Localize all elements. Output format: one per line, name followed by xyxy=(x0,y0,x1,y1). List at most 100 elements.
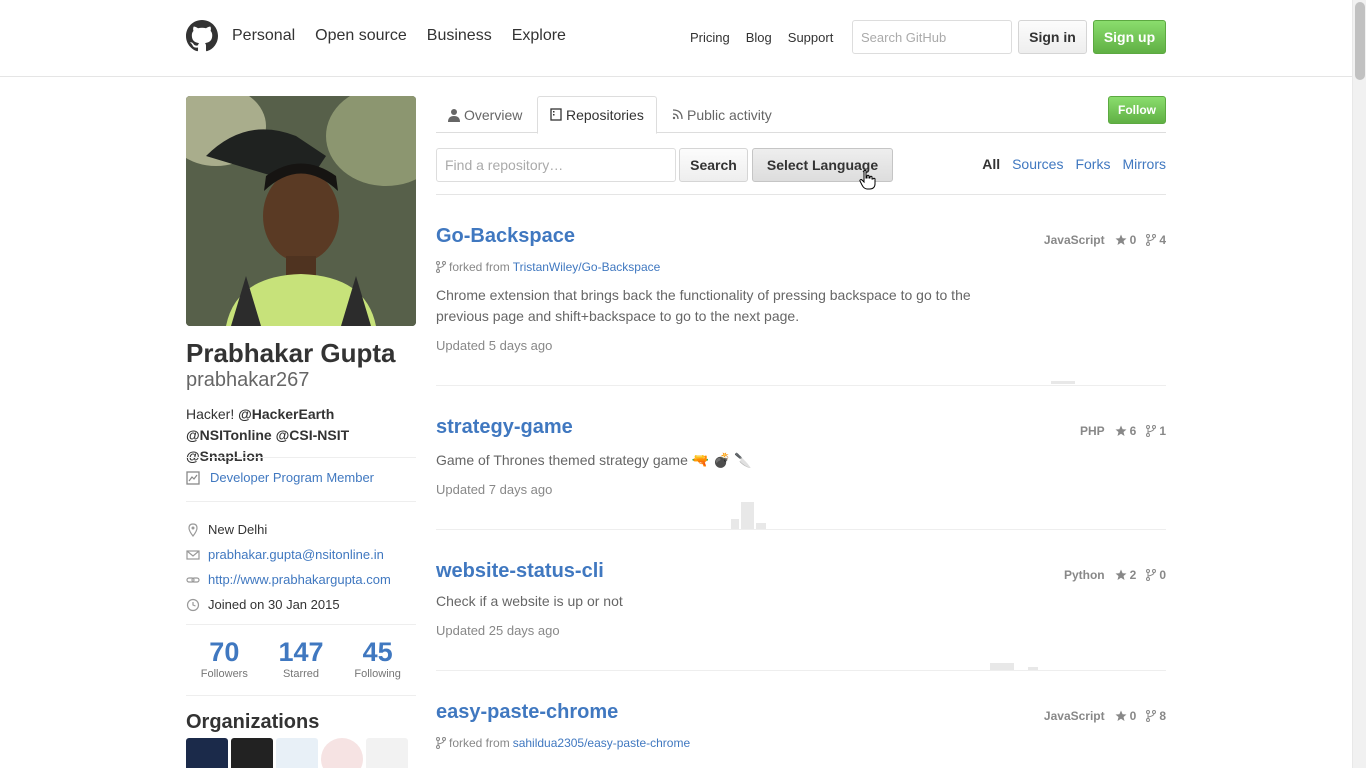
fork-count: 0 xyxy=(1159,568,1166,582)
tab-public-activity[interactable]: Public activity xyxy=(660,96,784,133)
repo-stars[interactable]: 0 xyxy=(1115,709,1137,723)
org-nsitonline-avatar[interactable] xyxy=(231,738,273,768)
fork-count: 1 xyxy=(1159,424,1166,438)
activity-sparkline xyxy=(731,519,739,529)
person-icon xyxy=(448,108,460,122)
nav-open-source[interactable]: Open source xyxy=(315,27,407,45)
repo-name-link[interactable]: website-status-cli xyxy=(436,560,604,583)
tab-repositories-label: Repositories xyxy=(566,107,644,123)
developer-program-link[interactable]: Developer Program Member xyxy=(210,470,374,485)
divider xyxy=(186,457,416,458)
activity-sparkline xyxy=(1051,381,1075,384)
filter-sources[interactable]: Sources xyxy=(1012,156,1063,172)
nav-explore[interactable]: Explore xyxy=(512,27,566,45)
following-label: Following xyxy=(354,668,401,680)
repo-meta: Python 2 0 xyxy=(1064,568,1166,582)
star-icon xyxy=(1115,425,1127,436)
forked-from: forked from TristanWiley/Go-Backspace xyxy=(436,260,660,274)
profile-stats: 70 Followers 147 Starred 45 Following xyxy=(186,636,416,680)
website-link[interactable]: http://www.prabhakargupta.com xyxy=(208,572,391,587)
repo-forks[interactable]: 0 xyxy=(1146,568,1166,582)
fork-icon xyxy=(1146,710,1157,722)
github-search-input[interactable] xyxy=(852,20,1012,54)
sign-in-button[interactable]: Sign in xyxy=(1018,20,1087,54)
organizations-heading: Organizations xyxy=(186,711,320,733)
fork-icon xyxy=(436,737,446,749)
vcard-joined: Joined on 30 Jan 2015 xyxy=(186,592,391,617)
repo-name-link[interactable]: easy-paste-chrome xyxy=(436,701,618,724)
star-count: 0 xyxy=(1129,709,1137,723)
badge-icon xyxy=(186,470,200,485)
sign-up-button[interactable]: Sign up xyxy=(1093,20,1166,54)
filter-mirrors[interactable]: Mirrors xyxy=(1122,156,1166,172)
fork-icon xyxy=(1146,425,1157,437)
nav-support[interactable]: Support xyxy=(788,30,834,45)
stat-followers[interactable]: 70 Followers xyxy=(186,636,262,680)
site-header: Personal Open source Business Explore Pr… xyxy=(0,0,1352,77)
follow-button[interactable]: Follow xyxy=(1108,96,1166,124)
org-hackerearth-avatar[interactable] xyxy=(186,738,228,768)
forked-from: forked from sahildua2305/easy-paste-chro… xyxy=(436,736,690,750)
org-snaplion-avatar[interactable] xyxy=(366,738,408,768)
repo-stars[interactable]: 6 xyxy=(1115,424,1137,438)
repo-type-filters: All Sources Forks Mirrors xyxy=(982,156,1166,172)
developer-badge: Developer Program Member xyxy=(186,470,374,485)
repo-item: easy-paste-chrome JavaScript 0 8 forked … xyxy=(436,701,1166,768)
tab-repositories[interactable]: Repositories xyxy=(537,96,657,134)
nav-pricing[interactable]: Pricing xyxy=(690,30,730,45)
search-button[interactable]: Search xyxy=(679,148,748,182)
fork-count: 4 xyxy=(1159,233,1166,247)
following-count: 45 xyxy=(362,637,393,667)
org-nsit-avatar[interactable] xyxy=(321,738,363,768)
activity-sparkline xyxy=(990,663,1014,670)
repo-divider xyxy=(436,385,1166,386)
fork-icon xyxy=(1146,234,1157,246)
repo-forks[interactable]: 4 xyxy=(1146,233,1166,247)
vcard-email: prabhakar.gupta@nsitonline.in xyxy=(186,542,391,567)
repo-description: Game of Thrones themed strategy game 🔫 💣… xyxy=(436,452,752,468)
filter-all[interactable]: All xyxy=(982,156,1000,172)
find-repository-input[interactable] xyxy=(436,148,676,182)
star-count: 6 xyxy=(1129,424,1137,438)
nav-business[interactable]: Business xyxy=(427,27,492,45)
vcard-details: New Delhi prabhakar.gupta@nsitonline.in … xyxy=(186,517,391,617)
rss-icon xyxy=(672,109,683,120)
github-logo-icon[interactable] xyxy=(186,20,218,52)
repo-stars[interactable]: 2 xyxy=(1115,568,1136,582)
stat-following[interactable]: 45 Following xyxy=(340,636,416,680)
fork-icon xyxy=(1146,569,1157,581)
filter-divider xyxy=(436,194,1166,195)
repo-meta: JavaScript 0 8 xyxy=(1044,709,1166,723)
repo-forks[interactable]: 8 xyxy=(1146,709,1166,723)
location-text: New Delhi xyxy=(208,522,268,537)
repo-item: strategy-game PHP 6 1 Game of Thrones th… xyxy=(436,416,1166,530)
divider xyxy=(186,501,416,502)
followers-count: 70 xyxy=(209,637,240,667)
fork-icon xyxy=(436,261,446,273)
repo-forks[interactable]: 1 xyxy=(1146,424,1166,438)
repo-name-link[interactable]: strategy-game xyxy=(436,416,573,439)
vcard-website: http://www.prabhakargupta.com xyxy=(186,567,391,592)
tab-overview-label: Overview xyxy=(464,106,523,123)
forked-from-link[interactable]: sahildua2305/easy-paste-chrome xyxy=(513,736,690,750)
email-link[interactable]: prabhakar.gupta@nsitonline.in xyxy=(208,547,384,562)
page-scrollbar[interactable] xyxy=(1352,0,1366,768)
nav-blog[interactable]: Blog xyxy=(746,30,772,45)
sub-nav: Pricing Blog Support xyxy=(690,30,833,45)
starred-count: 147 xyxy=(278,637,324,667)
scrollbar-thumb[interactable] xyxy=(1355,2,1365,80)
repo-stars[interactable]: 0 xyxy=(1115,233,1136,247)
repo-language: Python xyxy=(1063,568,1105,582)
org-csi-nsit-avatar[interactable] xyxy=(276,738,318,768)
nav-personal[interactable]: Personal xyxy=(232,27,295,45)
filter-forks[interactable]: Forks xyxy=(1075,156,1110,172)
star-icon xyxy=(1115,569,1127,580)
activity-sparkline xyxy=(741,502,754,529)
tab-overview[interactable]: Overview xyxy=(436,96,534,133)
vcard-location: New Delhi xyxy=(186,517,391,542)
forked-from-link[interactable]: TristanWiley/Go-Backspace xyxy=(513,260,661,274)
repo-updated: Updated 25 days ago xyxy=(436,623,560,638)
star-icon xyxy=(1115,710,1127,721)
repo-name-link[interactable]: Go-Backspace xyxy=(436,225,575,248)
stat-starred[interactable]: 147 Starred xyxy=(263,636,339,680)
